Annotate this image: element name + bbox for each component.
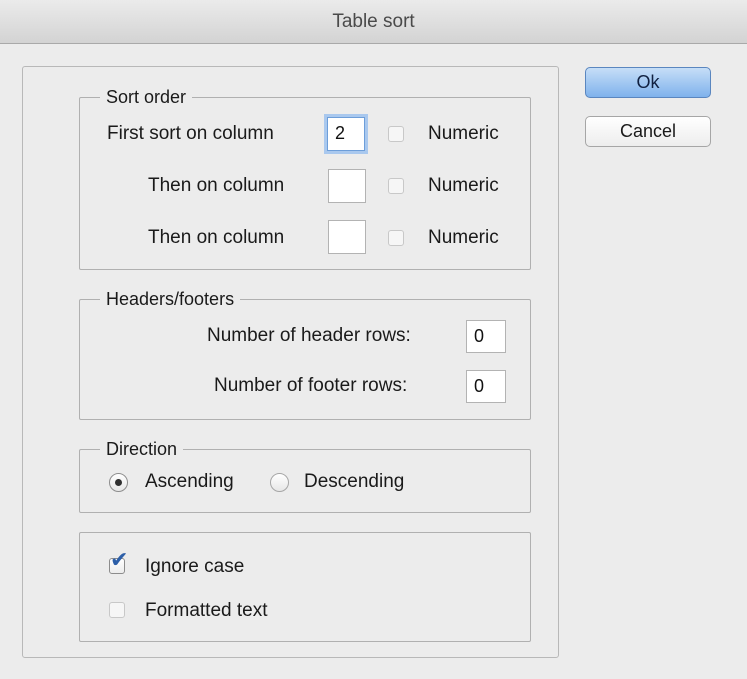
header-rows-input[interactable]: 0 [466,320,506,353]
ok-button[interactable]: Ok [585,67,711,98]
formatted-text-checkbox[interactable] [109,602,125,618]
table-sort-dialog: Table sort Sort order First sort on colu… [0,0,747,679]
header-rows-label: Number of header rows: [207,325,411,346]
ascending-label[interactable]: Ascending [145,470,234,494]
descending-radio[interactable] [270,473,289,492]
text-options-group: ✔ Ignore case Formatted text [79,532,531,642]
third-sort-numeric-checkbox[interactable] [388,230,404,246]
second-sort-column-input[interactable] [328,169,366,203]
footer-rows-label: Number of footer rows: [214,375,408,396]
checkmark-icon: ✔ [110,548,129,573]
ascending-radio[interactable] [109,473,128,492]
dialog-title: Table sort [0,0,747,44]
direction-group: Direction Ascending Descending [79,436,531,513]
first-sort-numeric-checkbox[interactable] [388,126,404,142]
ignore-case-label[interactable]: Ignore case [145,555,244,579]
ascending-radio-dot [115,479,122,486]
first-sort-numeric-label: Numeric [428,123,499,144]
sort-order-group: Sort order First sort on column 2 Numeri… [79,84,531,270]
direction-legend: Direction [100,436,184,462]
descending-label[interactable]: Descending [304,470,404,494]
ignore-case-checkbox[interactable]: ✔ [109,550,128,574]
first-sort-label: First sort on column [107,123,274,144]
headers-footers-group: Headers/footers Number of header rows: 0… [79,286,531,420]
third-sort-column-input[interactable] [328,220,366,254]
footer-rows-input[interactable]: 0 [466,370,506,403]
cancel-button[interactable]: Cancel [585,116,711,147]
first-sort-column-input[interactable]: 2 [327,117,365,151]
third-sort-numeric-label: Numeric [428,227,499,248]
second-sort-numeric-checkbox[interactable] [388,178,404,194]
settings-panel: Sort order First sort on column 2 Numeri… [22,66,559,658]
formatted-text-label[interactable]: Formatted text [145,599,268,623]
second-sort-numeric-label: Numeric [428,175,499,196]
second-sort-label: Then on column [148,175,285,196]
headers-footers-legend: Headers/footers [100,286,241,312]
third-sort-label: Then on column [148,227,285,248]
sort-order-legend: Sort order [100,84,193,110]
